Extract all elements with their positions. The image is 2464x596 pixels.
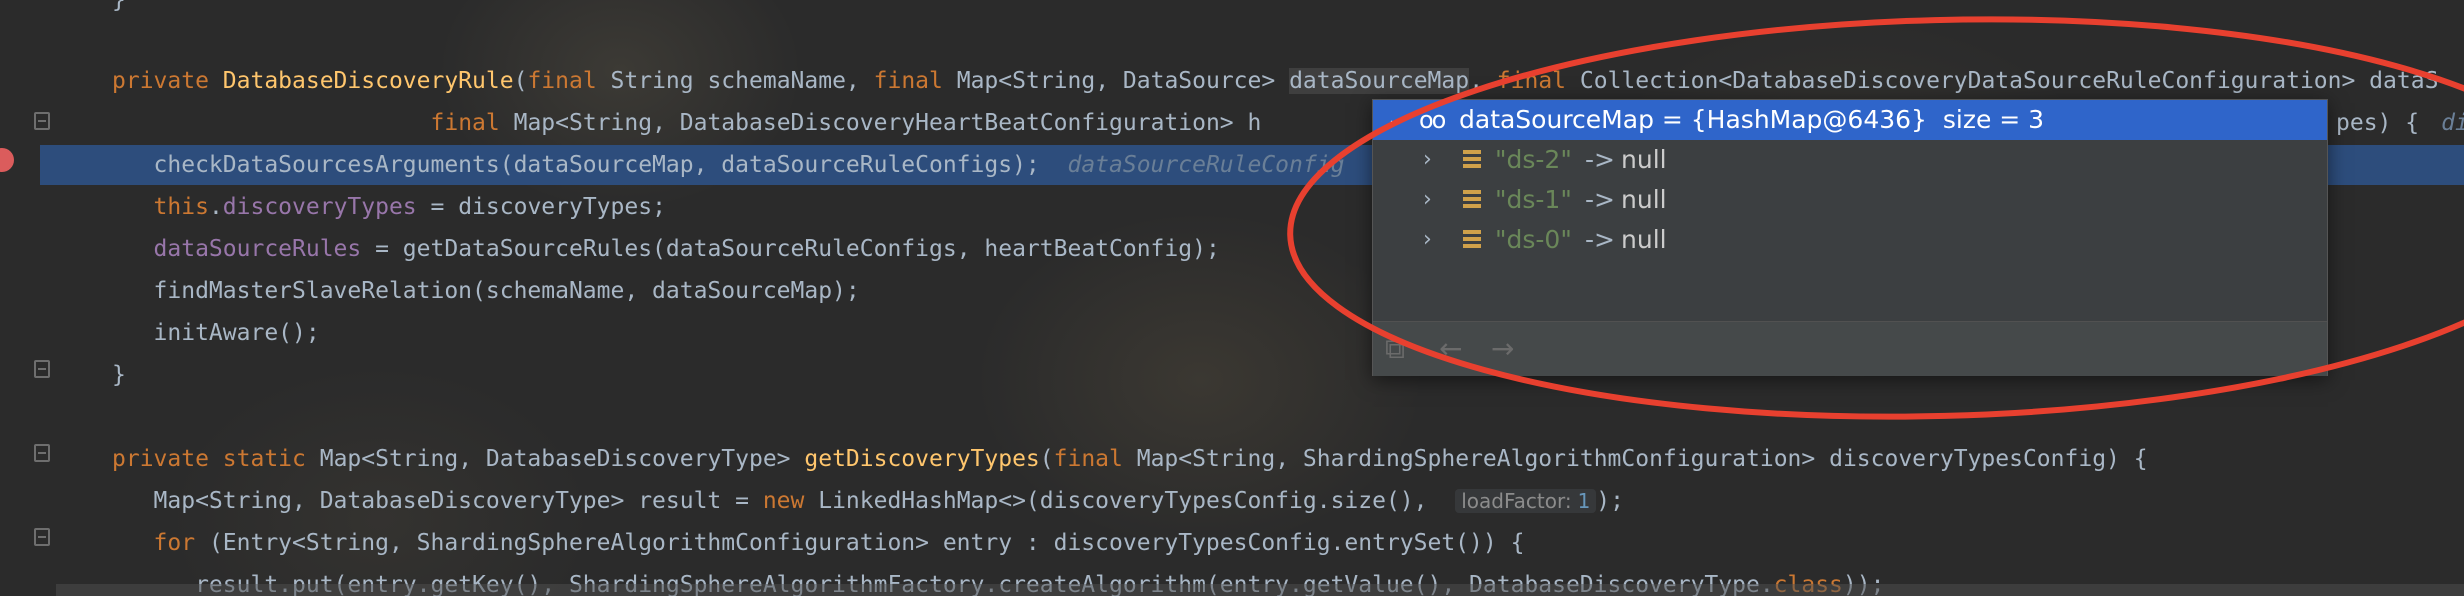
fold-icon[interactable] (34, 528, 50, 546)
code-line[interactable]: final Map<String, DatabaseDiscoveryHeart… (112, 103, 1262, 143)
code-token: ( (513, 68, 528, 94)
variable-summary: dataSourceMap = {HashMap@6436} size = 3 (1459, 105, 2045, 134)
map-entry-row[interactable]: › "ds-2" -> null (1373, 140, 2327, 180)
entry-value: null (1621, 225, 1667, 254)
code-line-tail[interactable]: pes) { di (2336, 103, 2464, 143)
code-token: Map<String, ShardingSphereAlgorithmConfi… (1136, 446, 2148, 472)
popup-toolbar: ⧉ ← → (1373, 321, 2327, 376)
inlay-hint-label: loadFactor: (1461, 489, 1572, 513)
back-arrow-icon[interactable]: ← (1439, 332, 1462, 365)
code-token: this (153, 194, 209, 220)
entry-key: "ds-1" (1495, 185, 1572, 214)
code-line[interactable]: private DatabaseDiscoveryRule(final Stri… (112, 61, 2438, 101)
code-token: dataSourceRules (153, 236, 362, 262)
code-token: final (1496, 68, 1580, 94)
fold-icon[interactable] (34, 444, 50, 462)
inlay-hint-value: 1 (1577, 489, 1591, 513)
fold-icon[interactable] (34, 112, 50, 130)
entry-key: "ds-0" (1495, 225, 1572, 254)
copy-icon[interactable]: ⧉ (1385, 332, 1405, 366)
code-token: } (112, 362, 126, 388)
code-token: final (430, 110, 514, 136)
code-token: private (112, 68, 223, 94)
code-token: final (1053, 446, 1137, 472)
field-icon (1463, 150, 1481, 170)
code-token: findMasterSlaveRelation(schemaName, data… (112, 278, 860, 304)
code-line[interactable]: private static Map<String, DatabaseDisco… (112, 439, 2148, 479)
code-token: } (112, 0, 126, 13)
code-token: LinkedHashMap<>(discoveryTypesConfig.siz… (818, 488, 1456, 514)
watch-glasses-icon: oo (1419, 106, 1446, 134)
chevron-right-icon[interactable]: › (1423, 180, 1432, 220)
code-token: getDiscoveryTypes (804, 446, 1040, 472)
code-token: for (153, 530, 209, 556)
code-token: = discoveryTypes; (416, 194, 666, 220)
code-token: dataSourceRuleConfig (1067, 152, 1345, 178)
inlay-hint: loadFactor: 1 (1455, 489, 1597, 513)
code-token: final (527, 68, 611, 94)
field-icon (1463, 230, 1481, 250)
code-line[interactable]: initAware(); (112, 313, 320, 353)
popup-header-row[interactable]: ⌄ oo dataSourceMap = {HashMap@6436} size… (1373, 100, 2327, 140)
code-token: (Entry<String, ShardingSphereAlgorithmCo… (208, 530, 1525, 556)
code-token: ); (1596, 488, 1624, 514)
code-token: pes) { (2336, 110, 2420, 136)
code-token: , (1469, 68, 1497, 94)
code-token: ( (1039, 446, 1054, 472)
horizontal-scrollbar[interactable] (56, 584, 2464, 596)
chevron-right-icon[interactable]: › (1423, 140, 1432, 180)
code-token: String schemaName, (610, 68, 874, 94)
code-token: initAware(); (112, 320, 320, 346)
code-token: Map<String, DatabaseDiscoveryType> (319, 446, 805, 472)
code-token: Collection<DatabaseDiscoveryDataSourceRu… (1579, 68, 2439, 94)
map-entry-row[interactable]: › "ds-0" -> null (1373, 220, 2327, 260)
entry-value: null (1621, 185, 1667, 214)
code-line[interactable]: this.discoveryTypes = discoveryTypes; (112, 187, 666, 227)
code-token: discoveryTypes (222, 194, 417, 220)
entry-key: "ds-2" (1495, 145, 1572, 174)
code-token: . (208, 194, 223, 220)
code-line[interactable]: } (112, 355, 126, 395)
entry-arrow: -> (1585, 145, 1615, 174)
code-token: private static (112, 446, 320, 472)
code-line[interactable]: for (Entry<String, ShardingSphereAlgorit… (112, 523, 1525, 563)
code-token: final (873, 68, 957, 94)
code-line[interactable]: } (112, 0, 126, 20)
code-token: Map<String, DatabaseDiscoveryHeartBeatCo… (513, 110, 1262, 136)
debug-value-popup[interactable]: ⌄ oo dataSourceMap = {HashMap@6436} size… (1372, 99, 2328, 376)
code-token: dataSourceMap (1289, 68, 1470, 94)
breakpoint-icon[interactable] (0, 148, 14, 172)
code-editor[interactable]: } private DatabaseDiscoveryRule(final Str… (0, 0, 2464, 596)
forward-arrow-icon[interactable]: → (1491, 332, 1514, 365)
chevron-right-icon[interactable]: › (1423, 220, 1432, 260)
chevron-down-icon[interactable]: ⌄ (1387, 100, 1402, 140)
field-icon (1463, 190, 1481, 210)
entry-arrow: -> (1585, 185, 1615, 214)
entry-arrow: -> (1585, 225, 1615, 254)
code-token: Map<String, DatabaseDiscoveryType> resul… (112, 488, 763, 514)
entry-value: null (1621, 145, 1667, 174)
code-token: DatabaseDiscoveryRule (222, 68, 514, 94)
editor-gutter (0, 0, 104, 596)
code-line[interactable]: Map<String, DatabaseDiscoveryType> resul… (112, 481, 1624, 521)
code-token: checkDataSourcesArguments(dataSourceMap,… (112, 152, 1068, 178)
map-entry-row[interactable]: › "ds-1" -> null (1373, 180, 2327, 220)
code-token: new (762, 488, 819, 514)
inline-hint: di (2441, 110, 2464, 136)
fold-icon[interactable] (34, 360, 50, 378)
code-line[interactable]: dataSourceRules = getDataSourceRules(dat… (112, 229, 1220, 269)
code-line[interactable]: findMasterSlaveRelation(schemaName, data… (112, 271, 860, 311)
code-token: Map<String, DataSource> (956, 68, 1290, 94)
code-token: = getDataSourceRules(dataSourceRuleConfi… (361, 236, 1220, 262)
code-line[interactable]: checkDataSourcesArguments(dataSourceMap,… (112, 145, 1345, 185)
